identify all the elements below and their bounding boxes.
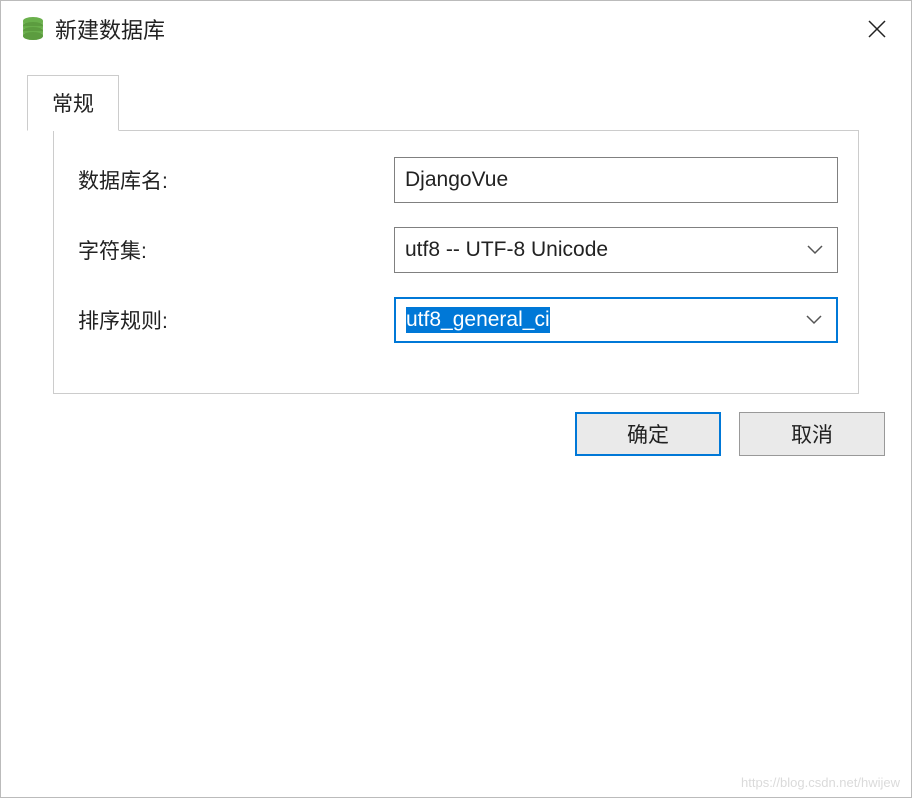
charset-select[interactable]: utf8 -- UTF-8 Unicode <box>394 227 838 273</box>
database-icon <box>21 16 45 42</box>
collation-value: utf8_general_ci <box>406 307 550 333</box>
cancel-button[interactable]: 取消 <box>739 412 885 456</box>
row-collation: 排序规则: utf8_general_ci <box>74 297 838 343</box>
chevron-down-icon <box>806 315 822 325</box>
titlebar-left: 新建数据库 <box>21 13 165 45</box>
database-name-input[interactable] <box>394 157 838 203</box>
label-database-name: 数据库名: <box>74 165 394 195</box>
charset-value: utf8 -- UTF-8 Unicode <box>405 238 827 262</box>
label-collation: 排序规则: <box>74 305 394 335</box>
collation-select[interactable]: utf8_general_ci <box>394 297 838 343</box>
tab-area: 常规 数据库名: 字符集: utf8 -- UTF-8 Unicode 排序规则… <box>1 75 911 394</box>
row-database-name: 数据库名: <box>74 157 838 203</box>
content-panel: 数据库名: 字符集: utf8 -- UTF-8 Unicode 排序规则: u… <box>53 130 859 394</box>
label-charset: 字符集: <box>74 235 394 265</box>
ok-button[interactable]: 确定 <box>575 412 721 456</box>
row-charset: 字符集: utf8 -- UTF-8 Unicode <box>74 227 838 273</box>
titlebar: 新建数据库 <box>1 1 911 57</box>
new-database-dialog: 新建数据库 常规 数据库名: 字符集: utf8 -- UTF-8 Unicod… <box>0 0 912 798</box>
dialog-title: 新建数据库 <box>55 13 165 45</box>
close-button[interactable] <box>863 15 891 43</box>
button-bar: 确定 取消 <box>1 394 911 474</box>
tab-general[interactable]: 常规 <box>27 75 119 131</box>
close-icon <box>867 19 887 39</box>
chevron-down-icon <box>807 245 823 255</box>
